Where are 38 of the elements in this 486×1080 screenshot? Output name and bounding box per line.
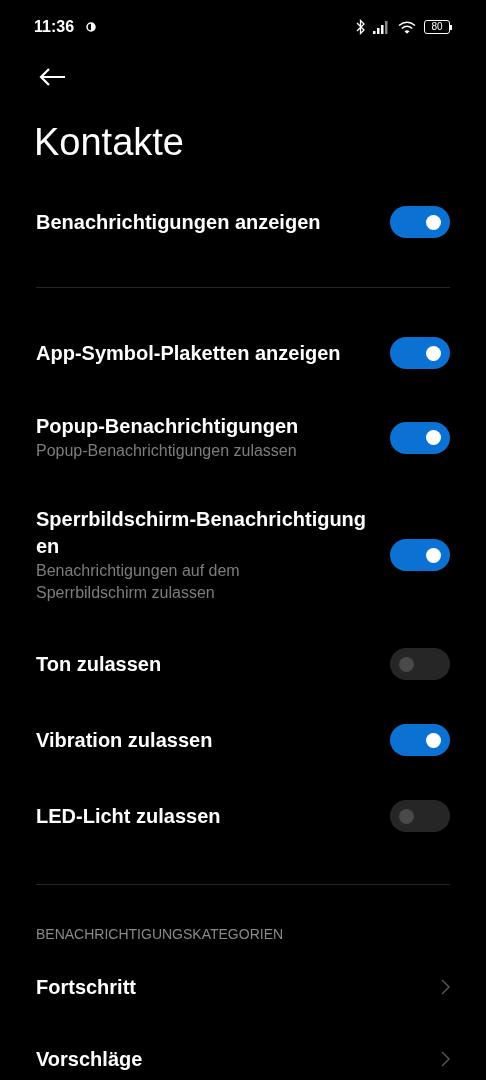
setting-label: App-Symbol-Plaketten anzeigen bbox=[36, 340, 342, 366]
status-time: 11:36 bbox=[34, 17, 75, 37]
setting-description: Popup-Benachrichtigungen zulassen bbox=[36, 441, 298, 461]
contrast-icon bbox=[86, 22, 97, 32]
back-button[interactable] bbox=[38, 66, 66, 88]
setting-label: Popup-Benachrichtigungen bbox=[36, 414, 300, 439]
setting-label: Sperrbildschirm-Benachrichtigungen bbox=[36, 507, 368, 559]
category-label: Fortschritt bbox=[36, 975, 136, 1000]
toggle-switch[interactable] bbox=[390, 206, 450, 238]
battery-icon: 80 bbox=[424, 20, 452, 34]
toggle-switch[interactable] bbox=[390, 800, 450, 832]
page-title: Kontakte bbox=[34, 123, 184, 161]
setting-label: Ton zulassen bbox=[36, 651, 163, 677]
settings-row[interactable]: Ton zulassen bbox=[0, 626, 486, 702]
signal-icon bbox=[373, 20, 390, 34]
chevron-icon bbox=[441, 1051, 450, 1067]
settings-row[interactable]: App-Symbol-Plaketten anzeigen bbox=[0, 315, 486, 391]
setting-label: LED-Licht zulassen bbox=[36, 803, 222, 829]
toggle-switch[interactable] bbox=[390, 337, 450, 369]
setting-label: Benachrichtigungen anzeigen bbox=[36, 209, 322, 235]
setting-label: Vibration zulassen bbox=[36, 727, 214, 753]
setting-description: Benachrichtigungen auf dem Sperrbildschirm zulassen bbox=[36, 561, 241, 603]
bluetooth-icon bbox=[356, 19, 365, 35]
category-row[interactable]: Fortschritt bbox=[0, 951, 486, 1023]
wifi-icon bbox=[398, 20, 416, 34]
category-label: Vorschläge bbox=[36, 1047, 143, 1072]
toggle-switch[interactable] bbox=[390, 421, 450, 454]
section-header: BENACHRICHTIGUNGSKATEGORIEN bbox=[36, 925, 285, 943]
settings-row[interactable]: Popup-Benachrichtigungen Popup-Benachrichtigungen zulassen bbox=[0, 391, 486, 484]
toggle-switch[interactable] bbox=[390, 539, 450, 571]
settings-row[interactable]: Benachrichtigungen anzeigen bbox=[0, 184, 486, 260]
toggle-switch[interactable] bbox=[390, 648, 450, 680]
category-row[interactable]: Vorschläge bbox=[0, 1023, 486, 1080]
toggle-switch[interactable] bbox=[390, 724, 450, 756]
settings-row[interactable]: Vibration zulassen bbox=[0, 702, 486, 778]
chevron-icon bbox=[441, 979, 450, 995]
settings-row[interactable]: Sperrbildschirm-Benachrichtigungen Benachrichtigungen auf dem Sperrbildschirm zulassen bbox=[0, 484, 486, 626]
settings-row[interactable]: LED-Licht zulassen bbox=[0, 778, 486, 854]
